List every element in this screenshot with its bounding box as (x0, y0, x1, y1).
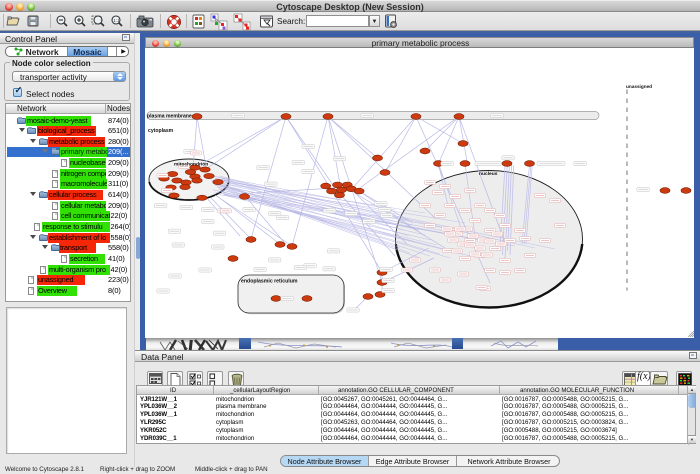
svg-text:unassigned: unassigned (626, 84, 652, 89)
svg-text:plasma membrane: plasma membrane (147, 113, 192, 119)
svg-text:endoplasmic reticulum: endoplasmic reticulum (241, 278, 298, 284)
svg-text:1:1: 1:1 (113, 18, 120, 23)
svg-text:cytoplasm: cytoplasm (148, 128, 174, 134)
svg-text:mitochondrion: mitochondrion (174, 161, 208, 167)
svg-text:nucleus: nucleus (479, 171, 498, 177)
